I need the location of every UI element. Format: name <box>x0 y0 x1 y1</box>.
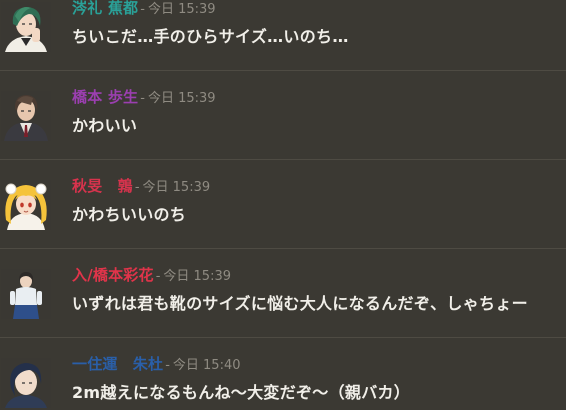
message-text: いずれは君も靴のサイズに悩む大人になるんだぞ、しゃちょー <box>72 294 528 313</box>
message-text: 2m越えになるもんね〜大変だぞ〜（親バカ） <box>72 383 411 402</box>
chat-message: 橋本 歩生 - 今日 15:39 かわいい <box>0 71 566 160</box>
message-text: かわちいいのち <box>72 205 187 224</box>
standing-woman-avatar-icon[interactable] <box>1 269 51 319</box>
message-timestamp: 今日 15:39 <box>147 2 216 17</box>
suited-man-avatar-icon[interactable] <box>1 91 51 141</box>
message-header: 涔礼 蕉都 - 今日 15:39 <box>72 0 216 20</box>
speaker-name[interactable]: 涔礼 蕉都 <box>72 0 138 17</box>
message-header: 入/橋本彩花 - 今日 15:39 <box>72 265 231 287</box>
speaker-name[interactable]: 橋本 歩生 <box>72 88 138 106</box>
message-header: 秋旻 鶉 - 今日 15:39 <box>72 176 210 198</box>
header-separator: - <box>140 2 145 17</box>
chat-log: 涔礼 蕉都 - 今日 15:39 ちいこだ…手のひらサイズ…いのち… 橋本 歩生 - 今… <box>0 0 566 410</box>
speaker-name[interactable]: 入/橋本彩花 <box>72 266 154 284</box>
speaker-name[interactable]: 秋旻 鶉 <box>72 177 133 195</box>
header-separator: - <box>140 91 145 106</box>
chat-message: 入/橋本彩花 - 今日 15:39 いずれは君も靴のサイズに悩む大人になるんだぞ、し… <box>0 249 566 338</box>
speaker-name[interactable]: 一住運 朱杜 <box>72 355 163 373</box>
chat-message: 秋旻 鶉 - 今日 15:39 かわちいいのち <box>0 160 566 249</box>
header-separator: - <box>165 358 170 373</box>
message-header: 橋本 歩生 - 今日 15:39 <box>72 87 216 109</box>
dark-haired-man-avatar-icon[interactable] <box>1 358 51 408</box>
header-separator: - <box>134 180 140 195</box>
message-timestamp: 今日 15:40 <box>172 358 241 373</box>
message-timestamp: 今日 15:39 <box>147 91 216 106</box>
blonde-girl-avatar-icon[interactable] <box>1 180 51 230</box>
message-header: 一住運 朱杜 - 今日 15:40 <box>72 354 241 376</box>
header-separator: - <box>155 269 161 284</box>
chat-message: 一住運 朱杜 - 今日 15:40 2m越えになるもんね〜大変だぞ〜（親バカ） <box>0 338 566 410</box>
message-text: ちいこだ…手のひらサイズ…いのち… <box>72 27 349 46</box>
message-text: かわいい <box>72 116 138 135</box>
chat-message: 涔礼 蕉都 - 今日 15:39 ちいこだ…手のひらサイズ…いのち… <box>0 0 566 71</box>
message-timestamp: 今日 15:39 <box>163 269 231 284</box>
green-haired-man-avatar-icon[interactable] <box>1 2 51 52</box>
message-timestamp: 今日 15:39 <box>142 180 211 195</box>
